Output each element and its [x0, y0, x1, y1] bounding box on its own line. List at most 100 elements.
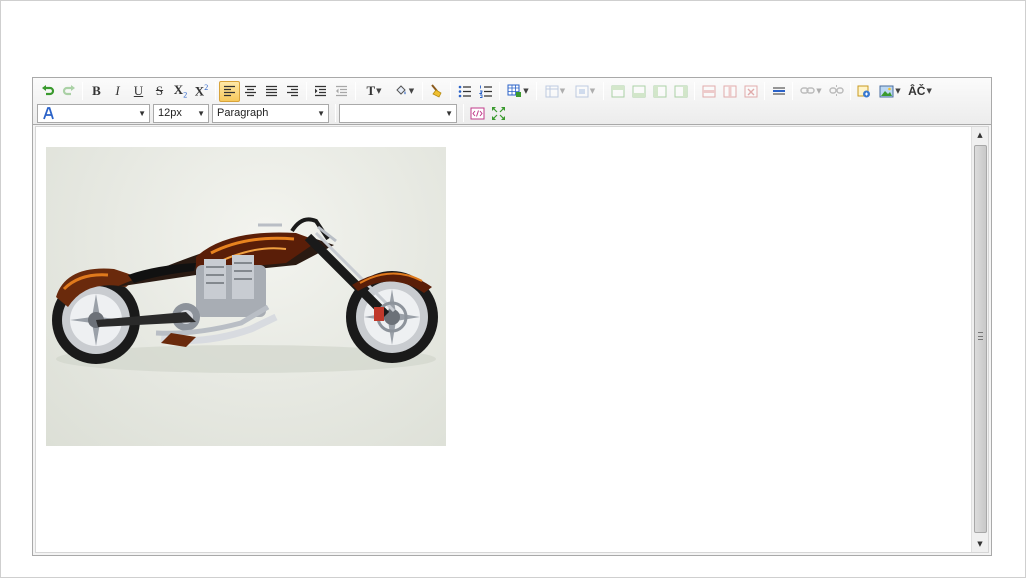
- format-block-value: Paragraph: [217, 107, 269, 119]
- insert-column-right-button[interactable]: [670, 81, 691, 102]
- strikethrough-icon: S: [155, 83, 164, 98]
- scroll-up-icon[interactable]: ▲: [972, 127, 988, 143]
- dropdown-arrow-icon: ▼: [926, 87, 932, 95]
- delete-row-icon: [702, 85, 715, 97]
- remove-link-button[interactable]: [826, 81, 847, 102]
- insert-column-left-icon: [653, 85, 666, 97]
- toolbar-separator: [355, 82, 356, 100]
- editor-toolbar: B I U S X2 X2 T ▼ ▼ ▼ ▼ ▼ ▼ ▼ ÂČ ▼ ▼ 12p…: [33, 78, 991, 125]
- indent-button[interactable]: [310, 81, 331, 102]
- toolbar-separator: [694, 82, 695, 100]
- toolbar-separator: [792, 82, 793, 100]
- format-block-select[interactable]: Paragraph ▼: [212, 103, 329, 123]
- align-left-icon: [224, 85, 235, 97]
- insert-column-left-button[interactable]: [649, 81, 670, 102]
- insert-row-below-icon: [632, 85, 645, 97]
- align-left-button[interactable]: [219, 80, 240, 102]
- editor-content-area[interactable]: ▲ ▼: [35, 126, 989, 553]
- dropdown-arrow-icon: ▼: [408, 87, 415, 95]
- fullscreen-icon: [492, 106, 505, 120]
- font-color-button[interactable]: T ▼: [359, 81, 389, 102]
- motorcycle-illustration: [52, 217, 438, 373]
- link-icon: [800, 87, 816, 94]
- insert-link-button[interactable]: ▼: [796, 81, 826, 102]
- motorcycle-image[interactable]: [46, 147, 446, 446]
- unlink-icon: [829, 85, 844, 96]
- bold-button[interactable]: B: [86, 81, 107, 102]
- html-mode-button[interactable]: [467, 103, 488, 124]
- toolbar-separator: [306, 82, 307, 100]
- numbered-list-button[interactable]: [475, 81, 496, 102]
- dropdown-arrow-icon: ▼: [589, 87, 596, 95]
- insert-row-above-button[interactable]: [607, 81, 628, 102]
- cell-properties-button[interactable]: ▼: [570, 81, 600, 102]
- toolbar-separator: [422, 82, 423, 100]
- align-right-button[interactable]: [282, 81, 303, 102]
- scroll-down-icon[interactable]: ▼: [972, 536, 988, 552]
- italic-icon: I: [115, 83, 120, 98]
- superscript-button[interactable]: X2: [191, 81, 212, 102]
- bulleted-list-button[interactable]: [454, 81, 475, 102]
- spellcheck-button[interactable]: ÂČ ▼: [905, 81, 935, 102]
- align-justify-button[interactable]: [261, 81, 282, 102]
- toolbar-separator: [215, 82, 216, 100]
- align-right-icon: [287, 85, 298, 97]
- strikethrough-button[interactable]: S: [149, 81, 170, 102]
- font-color-icon: T: [366, 83, 376, 98]
- image-manager-button[interactable]: [854, 81, 875, 102]
- background-color-button[interactable]: ▼: [389, 81, 419, 102]
- toolbar-separator: [603, 82, 604, 100]
- dropdown-arrow-icon: ▼: [138, 108, 146, 118]
- delete-column-button[interactable]: [719, 81, 740, 102]
- scrollbar-thumb[interactable]: [974, 145, 987, 533]
- toolbar-separator: [463, 104, 464, 122]
- italic-button[interactable]: I: [107, 81, 128, 102]
- undo-button[interactable]: [37, 81, 58, 102]
- font-size-select[interactable]: 12px ▼: [153, 103, 209, 123]
- align-center-button[interactable]: [240, 81, 261, 102]
- toolbar-separator: [450, 82, 451, 100]
- insert-image-button[interactable]: ▼: [875, 81, 905, 102]
- cell-properties-icon: [575, 85, 589, 97]
- insert-table-button[interactable]: ▼: [503, 81, 533, 102]
- toolbar-separator: [82, 82, 83, 100]
- underline-icon: U: [133, 83, 144, 98]
- toolbar-separator: [335, 104, 336, 122]
- toolbar-separator: [499, 82, 500, 100]
- clear-formatting-button[interactable]: [426, 81, 447, 102]
- table-properties-button[interactable]: ▼: [540, 81, 570, 102]
- insert-column-right-icon: [674, 85, 687, 97]
- dropdown-arrow-icon: ▼: [376, 87, 382, 95]
- dropdown-arrow-icon: ▼: [559, 87, 566, 95]
- dropdown-arrow-icon: ▼: [197, 108, 205, 118]
- table-icon: [507, 84, 522, 97]
- dropdown-arrow-icon: ▼: [317, 108, 325, 118]
- style-select[interactable]: ▼: [339, 103, 457, 123]
- undo-icon: [41, 85, 54, 96]
- horizontal-rule-button[interactable]: [768, 81, 789, 102]
- paint-bucket-icon: [396, 85, 406, 95]
- insert-row-below-button[interactable]: [628, 81, 649, 102]
- rich-text-editor: B I U S X2 X2 T ▼ ▼ ▼ ▼ ▼ ▼ ▼ ÂČ ▼ ▼ 12p…: [32, 77, 992, 556]
- dropdown-arrow-icon: ▼: [816, 87, 822, 95]
- outdent-button[interactable]: [331, 81, 352, 102]
- underline-button[interactable]: U: [128, 81, 149, 102]
- indent-icon: [315, 85, 326, 97]
- redo-icon: [62, 85, 75, 96]
- fullscreen-button[interactable]: [488, 103, 509, 124]
- dropdown-arrow-icon: ▼: [445, 108, 453, 118]
- redo-button[interactable]: [58, 81, 79, 102]
- font-name-select[interactable]: ▼: [37, 103, 150, 123]
- insert-row-above-icon: [611, 85, 624, 97]
- horizontal-rule-icon: [772, 87, 785, 95]
- align-center-icon: [245, 85, 256, 97]
- broom-icon: [430, 84, 442, 98]
- vertical-scrollbar[interactable]: ▲ ▼: [971, 127, 988, 552]
- numbered-list-icon: [478, 85, 492, 98]
- bold-icon: B: [92, 83, 101, 98]
- delete-row-button[interactable]: [698, 81, 719, 102]
- image-icon: [879, 85, 894, 97]
- delete-table-button[interactable]: [740, 81, 761, 102]
- subscript-button[interactable]: X2: [170, 81, 191, 102]
- font-icon: [43, 106, 54, 119]
